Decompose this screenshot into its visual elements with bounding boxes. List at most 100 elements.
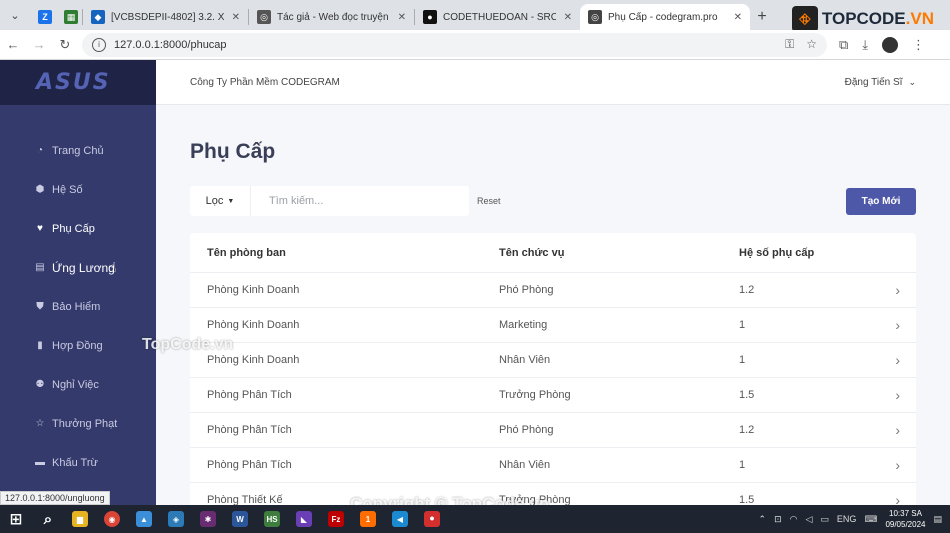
tab-favicon-icon: ◆ [91, 10, 105, 24]
user-menu[interactable]: Đặng Tiến Sĩ ⌄ [845, 77, 916, 88]
tab-close-icon[interactable]: ✕ [726, 12, 742, 23]
chevron-right-icon[interactable]: › [895, 422, 900, 438]
url-omnibox[interactable]: i 127.0.0.1:8000/phucap ⚿ ☆ [82, 32, 827, 57]
recorder-icon[interactable]: ⏺ [416, 505, 448, 533]
table-row[interactable]: Phòng Kinh Doanh Nhân Viên 1 › [190, 343, 916, 378]
tray-chevron-up-icon[interactable]: ⌃ [759, 514, 767, 525]
browser-menu-icon[interactable]: ⋮ [912, 37, 925, 53]
cell-position: Phó Phòng [499, 284, 554, 296]
filter-label[interactable]: Lọc [206, 195, 224, 207]
vscode-icon[interactable]: ◀ [384, 505, 416, 533]
sidebar-logo[interactable]: ASUS [0, 60, 156, 105]
site-info-icon[interactable]: i [92, 37, 106, 52]
chrome-icon[interactable]: ◉ [96, 505, 128, 533]
file-explorer-icon-glyph: ▆ [72, 511, 88, 527]
extensions-puzzle-icon[interactable]: ⧉ [839, 37, 848, 53]
tray-wifi-icon[interactable]: ◠ [790, 514, 798, 525]
browser-tab-2[interactable]: ◆ [VCBSDEPII-4802] 3.2. Xử lý gá...✕ [83, 4, 248, 30]
visual-studio-icon[interactable]: ◣ [288, 505, 320, 533]
visual-studio-icon-glyph: ◣ [296, 511, 312, 527]
sidebar-item-icon: ▮ [37, 340, 43, 351]
forward-arrow-icon[interactable]: → [26, 37, 52, 52]
browser-tab-5[interactable]: ◎ Phụ Cấp - codegram.pro ✕ [580, 4, 750, 30]
sidebar-item-9[interactable]: ▬ Khấu Trừ [0, 443, 156, 482]
sidebar-item-label: Ứng Lương [52, 260, 115, 275]
header-department[interactable]: Tên phòng ban [207, 247, 499, 259]
sidebar-menu: ◔ Trang Chủ ⬢ Hệ Số ♥ Phụ Cấp ▤ Ứng Lương ⛊ Bảo H… [0, 105, 156, 482]
key-icon[interactable]: ⚿ [785, 37, 794, 52]
search-input[interactable] [251, 186, 469, 216]
tab-close-icon[interactable]: ✕ [556, 12, 572, 23]
taskbar-clock[interactable]: 10:37 SA 09/05/2024 [885, 508, 925, 530]
table-row[interactable]: Phòng Kinh Doanh Phó Phòng 1.2 › [190, 273, 916, 308]
header-position[interactable]: Tên chức vụ [499, 247, 739, 259]
notification-icon[interactable]: ▤ [933, 514, 942, 525]
bookmark-star-icon[interactable]: ☆ [806, 37, 817, 52]
sidebar-item-2[interactable]: ⬢ Hệ Số [0, 170, 156, 209]
word-icon[interactable]: W [224, 505, 256, 533]
chevron-right-icon[interactable]: › [895, 457, 900, 473]
tab-search-chevron-icon[interactable]: ⌄ [0, 0, 30, 30]
reload-icon[interactable]: ↻ [52, 37, 78, 53]
table-header-row: Tên phòng ban Tên chức vụ Hệ số phụ cấp [190, 233, 916, 273]
chevron-right-icon[interactable]: › [895, 317, 900, 333]
system-tray: ⌃ ⊡ ◠ ◁ ▭ ENG ⌨ 10:37 SA 09/05/2024 ▤ [759, 508, 950, 530]
create-new-button[interactable]: Tạo Mới [846, 187, 916, 215]
sidebar-item-8[interactable]: ☆ Thưởng Phạt [0, 404, 156, 443]
profile-avatar[interactable] [882, 36, 899, 53]
url-text[interactable]: 127.0.0.1:8000/phucap [114, 39, 227, 51]
tray-keyboard-icon[interactable]: ⌨ [864, 514, 877, 525]
browser-tab-4[interactable]: ● CODETHUEDOAN - SRC ✕ [415, 4, 580, 30]
filezilla-icon[interactable]: Fz [320, 505, 352, 533]
tray-battery-icon[interactable]: ▭ [820, 514, 829, 525]
table-row[interactable]: Phòng Phân Tích Phó Phòng 1.2 › [190, 413, 916, 448]
user-name[interactable]: Đặng Tiến Sĩ [845, 77, 903, 88]
heidisql-icon[interactable]: HS [256, 505, 288, 533]
chevron-down-icon[interactable]: ⌄ [908, 77, 916, 88]
filter-dropdown[interactable]: Lọc ▼ [190, 186, 251, 216]
caret-down-icon[interactable]: ▼ [227, 198, 234, 205]
table-row[interactable]: Phòng Kinh Doanh Marketing 1 › [190, 308, 916, 343]
sidebar-item-3[interactable]: ♥ Phụ Cấp [0, 209, 156, 248]
chevron-right-icon[interactable]: › [895, 387, 900, 403]
sidebar-item-icon: ⚉ [35, 379, 45, 390]
chevron-right-icon[interactable]: › [895, 352, 900, 368]
sidebar-item-6[interactable]: ▮ Hợp Đồng [0, 326, 156, 365]
browser-tab-1[interactable]: ▦ [56, 4, 82, 30]
sidebar-item-5[interactable]: ⛊ Bảo Hiểm [0, 287, 156, 326]
windows-taskbar: ⊞ ⌕ ▆ ◉ ▲ ◈ ✱ W HS ◣ Fz 1 ◀ ⏺ ⌃ ⊡ ◠ ◁ ▭ ENG ⌨ 10:37 S… [0, 505, 950, 533]
tab-close-icon[interactable]: ✕ [224, 12, 240, 23]
sidebar-item-icon: ▤ [35, 262, 45, 273]
map-icon[interactable]: ◈ [160, 505, 192, 533]
slack-icon[interactable]: ✱ [192, 505, 224, 533]
back-arrow-icon[interactable]: ← [0, 37, 26, 52]
sidebar-item-label: Phụ Cấp [52, 222, 95, 235]
sidebar-item-label: Hợp Đồng [52, 339, 103, 352]
windows-start-icon[interactable]: ⊞ [0, 505, 32, 533]
file-explorer-icon[interactable]: ▆ [64, 505, 96, 533]
download-icon[interactable]: ⤓ [862, 37, 868, 53]
header-allowance-rate[interactable]: Hệ số phụ cấp [739, 247, 889, 259]
tab-close-icon[interactable]: ✕ [390, 12, 406, 23]
reset-link[interactable]: Reset [477, 196, 501, 206]
sidebar-item-1[interactable]: ◔ Trang Chủ [0, 131, 156, 170]
table-row[interactable]: Phòng Phân Tích Nhân Viên 1 › [190, 448, 916, 483]
cell-allowance-rate: 1.2 [739, 284, 755, 296]
sidebar-item-4[interactable]: ▤ Ứng Lương [0, 248, 156, 287]
tray-volume-icon[interactable]: ◁ [805, 514, 812, 525]
search-icon[interactable]: ⌕ [32, 505, 64, 533]
topcode-logo: ⛗ [791, 6, 818, 32]
sidebar-item-label: Nghỉ Việc [52, 378, 99, 391]
chevron-right-icon[interactable]: › [895, 282, 900, 298]
table-toolbar: Lọc ▼ Reset Tạo Mới [190, 186, 916, 216]
browser-tab-3[interactable]: ◎ Tác giả - Web đọc truyện ✕ [249, 4, 414, 30]
tray-network-icon[interactable]: ⊡ [774, 514, 782, 525]
photos-icon[interactable]: ▲ [128, 505, 160, 533]
browser-tab-0[interactable]: Z [30, 4, 56, 30]
table-row[interactable]: Phòng Phân Tích Trưởng Phòng 1.5 › [190, 378, 916, 413]
new-tab-button[interactable]: + [750, 4, 774, 30]
tab-label: Phụ Cấp - codegram.pro [608, 11, 718, 23]
sidebar-item-7[interactable]: ⚉ Nghỉ Việc [0, 365, 156, 404]
input-language[interactable]: ENG [837, 514, 857, 524]
app-badge-icon[interactable]: 1 [352, 505, 384, 533]
